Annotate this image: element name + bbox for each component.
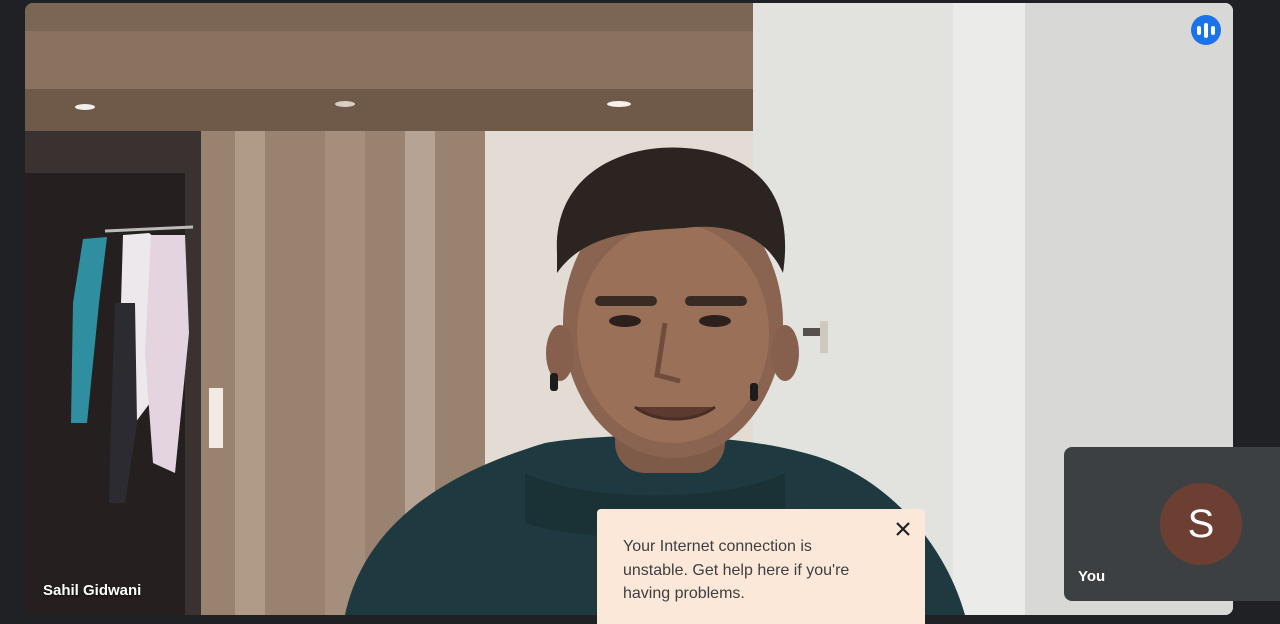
close-icon[interactable] <box>889 515 917 543</box>
self-view-tile[interactable]: S You <box>1064 447 1280 601</box>
connection-warning-toast[interactable]: Your Internet connection is unstable. Ge… <box>597 509 925 624</box>
avatar: S <box>1160 483 1242 565</box>
connection-warning-message[interactable]: Your Internet connection is unstable. Ge… <box>623 535 873 606</box>
self-view-label: You <box>1078 568 1106 585</box>
meeting-stage: Sahil Gidwani S You Your Internet connec… <box>0 0 1280 624</box>
speaking-indicator-icon <box>1191 15 1221 45</box>
participant-name: Sahil Gidwani <box>43 582 142 599</box>
